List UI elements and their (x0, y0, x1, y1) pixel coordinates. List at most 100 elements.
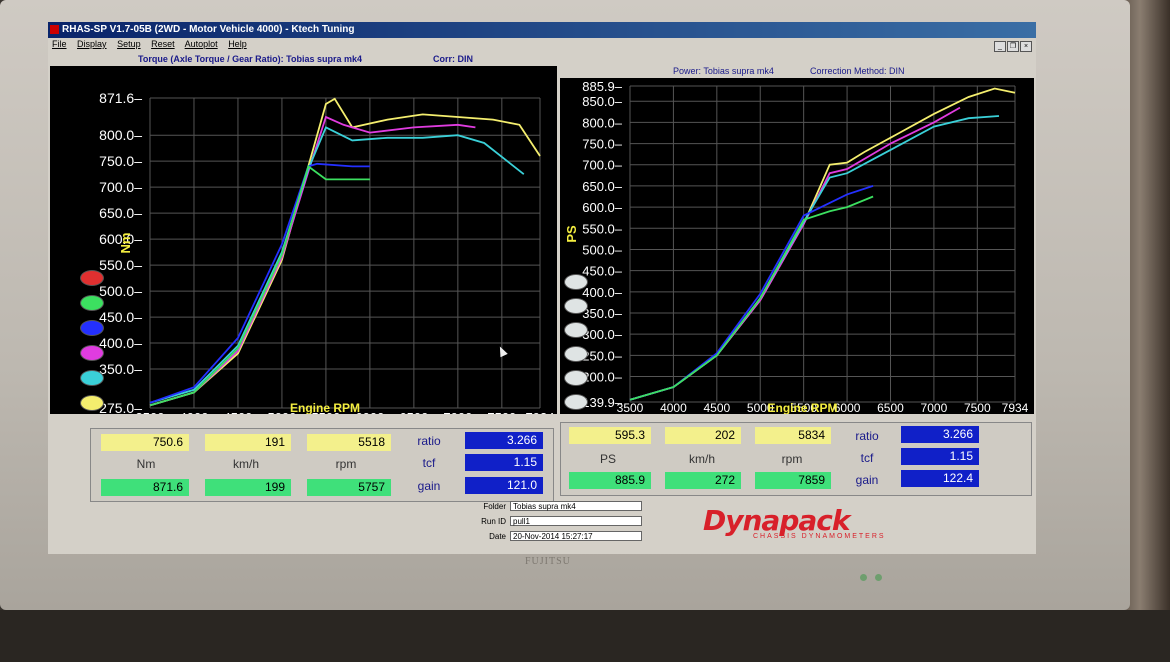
status-led (875, 574, 882, 581)
power-readout-panel: 595.3 202 5834 PS km/h rpm 885.9 272 785… (560, 422, 1032, 496)
menu-setup[interactable]: Setup (117, 39, 141, 49)
speed-max: 199 (205, 479, 291, 496)
power-unit-kmh: km/h (688, 452, 715, 466)
torque-current: 750.6 (101, 434, 189, 451)
power-x-tick: 7500 (964, 401, 991, 414)
power-tcf-label: tcf (860, 451, 874, 465)
dynapack-tagline: CHASSIS DYNAMOMETERS (753, 533, 886, 540)
power-chart-panel: 3500 4000 4500 5000 5500 6000 6500 7000 7500 7934… (560, 78, 1034, 415)
folder-field[interactable]: Tobias supra mk4 (510, 501, 642, 511)
runid-field[interactable]: pull1 (510, 516, 642, 526)
app-screen: RHAS-SP V1.7-05B (2WD - Motor Vehicle 40… (48, 22, 1036, 554)
torque-y-tick: 450.0– (99, 309, 142, 325)
window-titlebar: RHAS-SP V1.7-05B (2WD - Motor Vehicle 40… (48, 22, 1036, 38)
series-toggle-cyan[interactable] (80, 370, 104, 386)
torque-x-tick: 4500 (223, 410, 252, 414)
power-series-green (629, 195, 874, 401)
power-current: 595.3 (569, 427, 651, 444)
unit-rpm: rpm (335, 457, 357, 471)
series-toggle-magenta[interactable] (80, 345, 104, 361)
power-unit-rpm: rpm (781, 452, 803, 466)
window-title: RHAS-SP V1.7-05B (2WD - Motor Vehicle 40… (62, 24, 355, 35)
power-y-tick: 350.0– (582, 306, 623, 321)
power-series-toggle[interactable] (564, 322, 588, 338)
power-y-tick: 750.0– (582, 137, 623, 152)
torque-y-tick: 871.6– (99, 90, 142, 106)
restore-icon[interactable]: ❐ (1007, 41, 1019, 52)
date-label: Date (489, 532, 506, 541)
monitor-logo: FUJITSU (525, 556, 571, 567)
menu-file[interactable]: File (52, 39, 67, 49)
torque-x-tick: 7500 (487, 410, 516, 414)
power-series-magenta (629, 106, 961, 401)
torque-max: 871.6 (101, 479, 189, 496)
power-x-tick: 6500 (877, 401, 904, 414)
power-gain-value: 122.4 (901, 470, 979, 487)
power-series-toggle[interactable] (564, 274, 588, 290)
power-speed-current: 202 (665, 427, 741, 444)
power-x-tick: 4500 (703, 401, 730, 414)
power-series-toggle[interactable] (564, 370, 588, 386)
power-x-tick: 6000 (834, 401, 861, 414)
ratio-value: 3.266 (465, 432, 543, 449)
power-y-tick: 700.0– (582, 158, 623, 173)
menu-display[interactable]: Display (77, 39, 107, 49)
power-x-tick: 7934 (1002, 401, 1029, 414)
power-gain-label: gain (855, 473, 879, 487)
menu-reset[interactable]: Reset (151, 39, 175, 49)
close-icon[interactable]: × (1020, 41, 1032, 52)
series-toggle-red[interactable] (80, 270, 104, 286)
unit-kmh: km/h (232, 457, 259, 471)
power-series-toggle[interactable] (564, 394, 588, 410)
power-series-toggle[interactable] (564, 298, 588, 314)
torque-x-axis-label: Engine RPM (290, 401, 360, 414)
torque-y-tick: 350.0– (99, 361, 142, 377)
power-plot-title: Power: Tobias supra mk4 (673, 66, 774, 76)
series-toggle-yellow[interactable] (80, 395, 104, 411)
torque-series-blue (149, 162, 370, 404)
menu-help[interactable]: Help (228, 39, 247, 49)
ratio-label: ratio (417, 434, 441, 448)
series-toggle-blue[interactable] (80, 320, 104, 336)
rpm-max: 5757 (307, 479, 391, 496)
power-y-tick: 600.0– (582, 200, 623, 215)
runid-label: Run ID (481, 517, 506, 526)
power-y-tick: 300.0– (582, 327, 623, 342)
minimize-icon[interactable]: _ (994, 41, 1006, 52)
power-rpm-max: 7859 (755, 472, 831, 489)
power-y-tick: 500.0– (582, 242, 623, 257)
speed-current: 191 (205, 434, 291, 451)
power-y-tick: 139.9– (582, 395, 623, 410)
folder-label: Folder (483, 502, 506, 511)
torque-chart-panel: 3500400045005000550060006500700075007934… (50, 66, 557, 425)
unit-nm: Nm (136, 457, 156, 471)
torque-series-green (149, 164, 370, 407)
power-y-tick: 850.0– (582, 94, 623, 109)
tcf-value: 1.15 (465, 454, 543, 471)
power-series-blue (629, 185, 874, 401)
torque-y-tick: 500.0– (99, 283, 142, 299)
unit-ps: PS (599, 452, 616, 466)
torque-y-tick: 700.0– (99, 179, 142, 195)
torque-y-tick: 550.0– (99, 257, 142, 273)
menu-bar: File Display Setup Reset Autoplot Help _… (48, 38, 1036, 52)
power-chart: 3500 4000 4500 5000 5500 6000 6500 7000 7500 7934… (564, 79, 1029, 415)
menu-autoplot[interactable]: Autoplot (185, 39, 218, 49)
power-series-yellow (629, 87, 1016, 401)
torque-corr: Corr: DIN (433, 54, 473, 64)
power-series-toggle[interactable] (564, 346, 588, 362)
power-rpm-current: 5834 (755, 427, 831, 444)
torque-x-tick: 4000 (180, 410, 209, 414)
rpm-current: 5518 (307, 434, 391, 451)
power-y-tick: 250.0– (582, 348, 623, 363)
power-y-tick: 450.0– (582, 264, 623, 279)
power-ratio-value: 3.266 (901, 426, 979, 443)
series-toggle-green[interactable] (80, 295, 104, 311)
power-series-cyan (629, 115, 1000, 401)
date-field[interactable]: 20-Nov-2014 15:27:17 (510, 531, 642, 541)
power-y-tick: 800.0– (582, 115, 623, 130)
torque-y-tick: 750.0– (99, 153, 142, 169)
app-icon (50, 25, 59, 34)
torque-y-tick: 400.0– (99, 335, 142, 351)
torque-y-axis-label: Nm (118, 233, 133, 254)
